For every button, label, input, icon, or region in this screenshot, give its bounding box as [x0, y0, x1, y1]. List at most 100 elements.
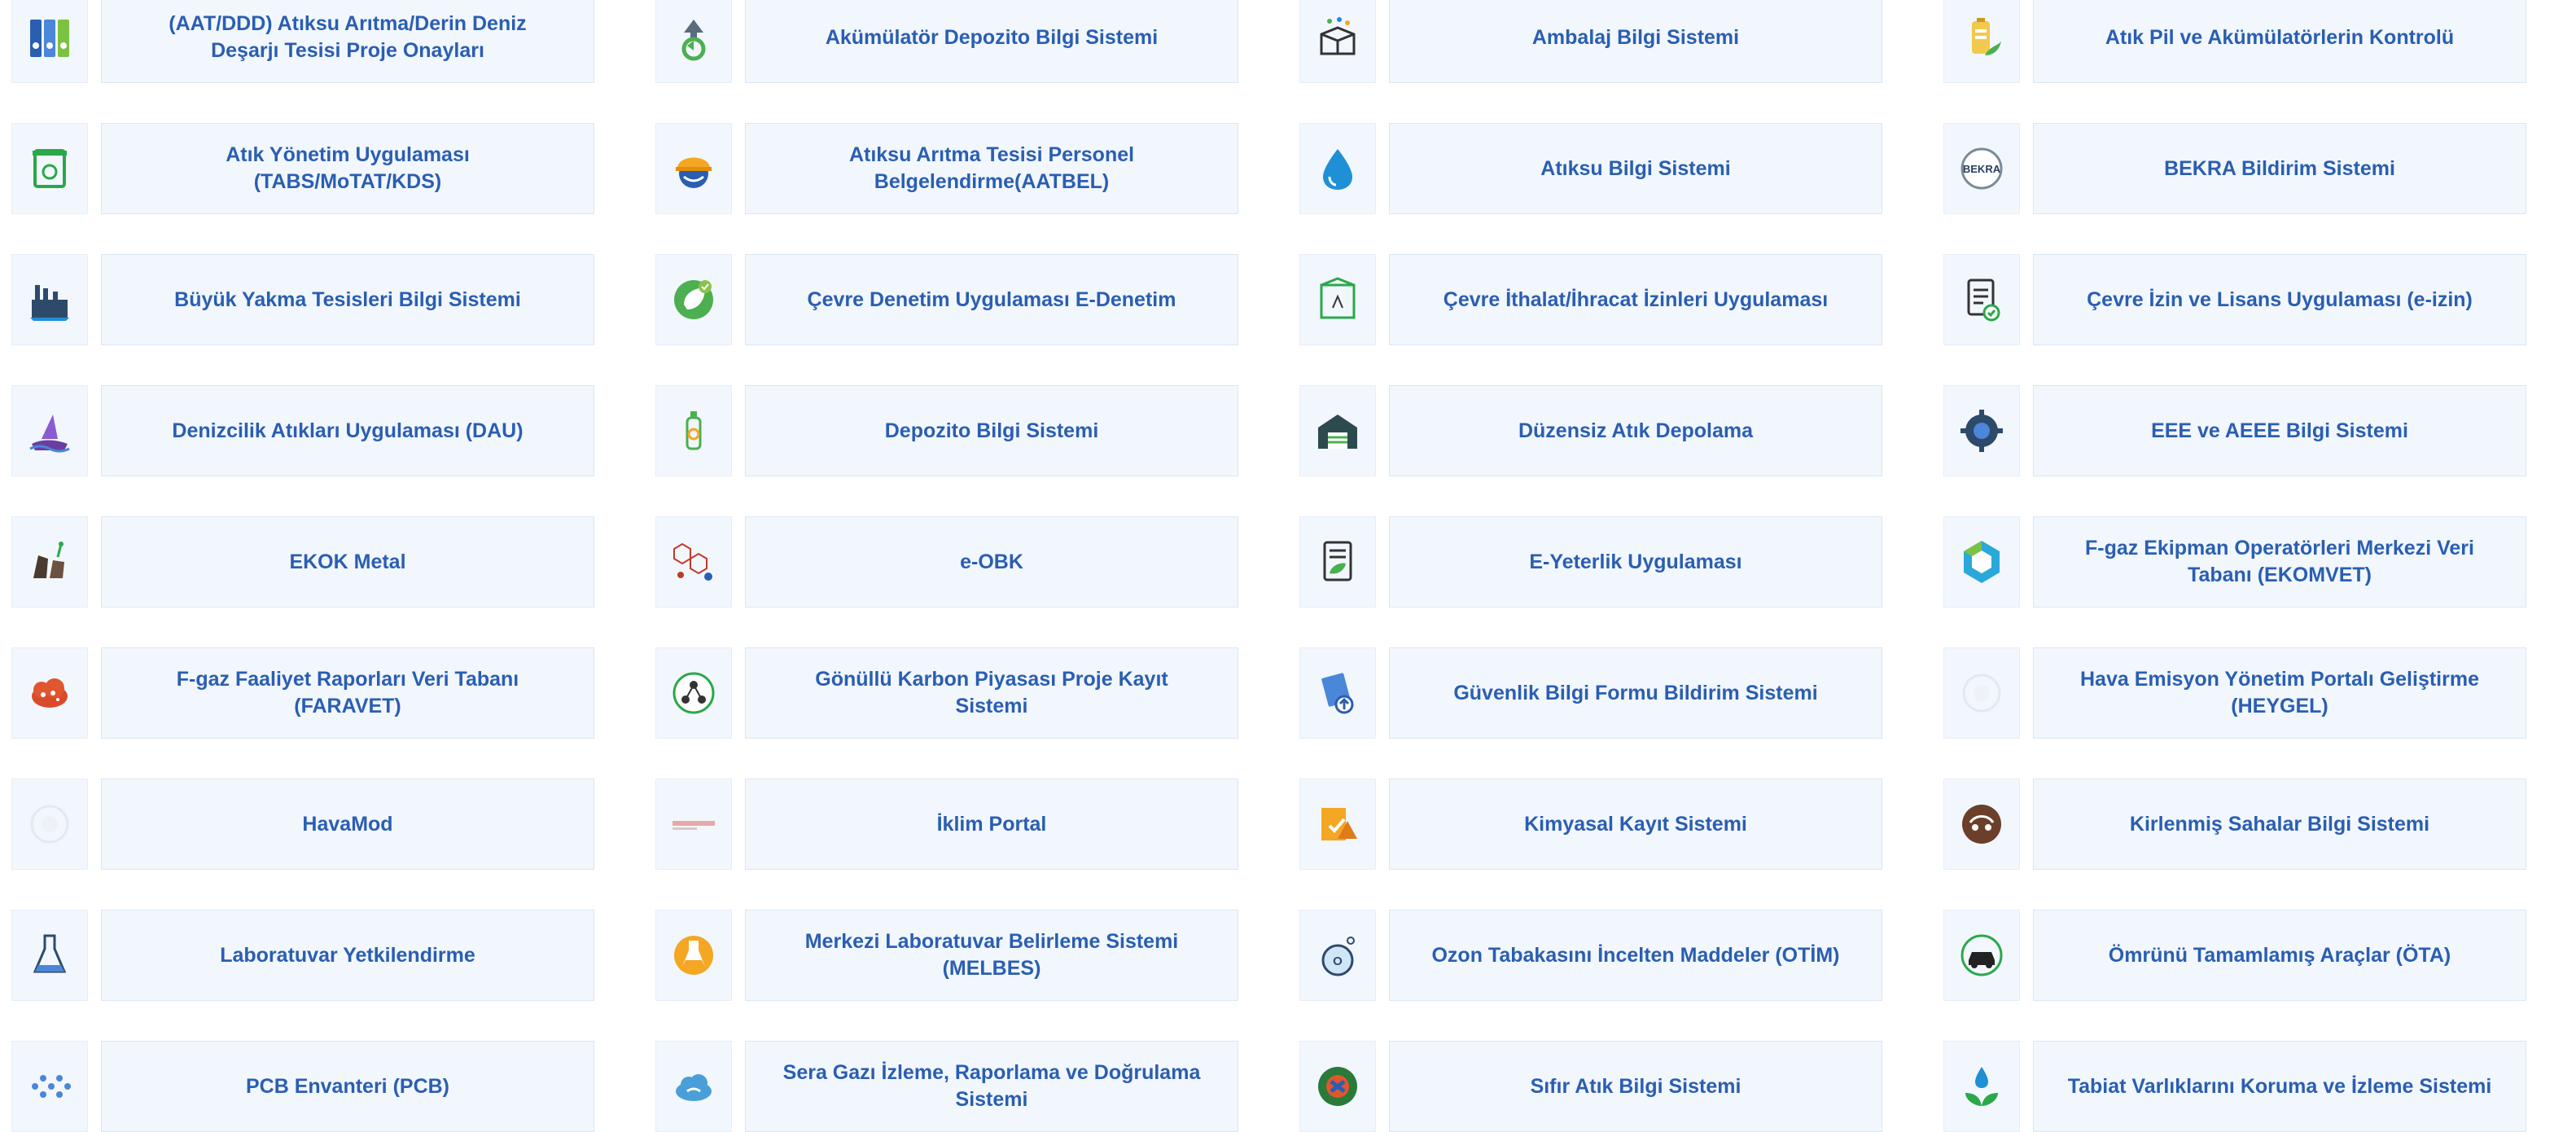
polluted-earth-icon[interactable]	[1943, 779, 2020, 870]
faded-logo-icon[interactable]	[11, 779, 88, 870]
app-link-label[interactable]: Güvenlik Bilgi Formu Bildirim Sistemi	[1389, 647, 1882, 739]
app-link-label[interactable]: Merkezi Laboratuvar Belirleme Sistemi (M…	[745, 910, 1238, 1001]
app-link[interactable]: Güvenlik Bilgi Formu Bildirim Sistemi	[1288, 647, 1932, 739]
app-link-label[interactable]: Sera Gazı İzleme, Raporlama ve Doğrulama…	[745, 1041, 1238, 1132]
recycle-bottle-icon[interactable]	[655, 385, 732, 476]
factory-icon[interactable]	[11, 254, 88, 345]
app-link[interactable]: EKOK Metal	[0, 516, 644, 608]
app-link[interactable]: Sera Gazı İzleme, Raporlama ve Doğrulama…	[644, 1041, 1288, 1132]
app-link-label[interactable]: Çevre İzin ve Lisans Uygulaması (e-izin)	[2033, 254, 2526, 345]
app-link-label[interactable]: Ozon Tabakasını İncelten Maddeler (OTİM)	[1389, 910, 1882, 1001]
warehouse-icon[interactable]	[1299, 385, 1376, 476]
app-link[interactable]: Depozito Bilgi Sistemi	[644, 385, 1288, 476]
app-link-label[interactable]: Atık Yönetim Uygulaması (TABS/MoTAT/KDS)	[101, 123, 594, 214]
app-link[interactable]: Ambalaj Bilgi Sistemi	[1288, 0, 1932, 83]
app-link[interactable]: Merkezi Laboratuvar Belirleme Sistemi (M…	[644, 910, 1288, 1001]
app-link[interactable]: Kirlenmiş Sahalar Bilgi Sistemi	[1932, 779, 2576, 870]
app-link[interactable]: Büyük Yakma Tesisleri Bilgi Sistemi	[0, 254, 644, 345]
app-link-label[interactable]: Büyük Yakma Tesisleri Bilgi Sistemi	[101, 254, 594, 345]
app-link-label[interactable]: HavaMod	[101, 779, 594, 870]
app-link-label[interactable]: Kimyasal Kayıt Sistemi	[1389, 779, 1882, 870]
app-link[interactable]: Ömrünü Tamamlamış Araçlar (ÖTA)	[1932, 910, 2576, 1001]
app-link-label[interactable]: EEE ve AEEE Bilgi Sistemi	[2033, 385, 2526, 476]
app-link[interactable]: Kimyasal Kayıt Sistemi	[1288, 779, 1932, 870]
hexagon-icon[interactable]	[1943, 516, 2020, 608]
app-link[interactable]: (AAT/DDD) Atıksu Arıtma/Derin Deniz Deşa…	[0, 0, 644, 83]
app-link[interactable]: Atıksu Arıtma Tesisi Personel Belgelendi…	[644, 123, 1288, 214]
app-link[interactable]: Çevre Denetim Uygulaması E-Denetim	[644, 254, 1288, 345]
water-drop-icon[interactable]	[1299, 123, 1376, 214]
app-link-label[interactable]: e-OBK	[745, 516, 1238, 608]
metal-scrap-icon[interactable]	[11, 516, 88, 608]
app-link-label[interactable]: PCB Envanteri (PCB)	[101, 1041, 594, 1132]
app-link[interactable]: İklim Portal	[644, 779, 1288, 870]
chemical-check-icon[interactable]	[1299, 779, 1376, 870]
gear-chip-icon[interactable]	[1943, 385, 2020, 476]
app-link-label[interactable]: Düzensiz Atık Depolama	[1389, 385, 1882, 476]
orange-flask-icon[interactable]	[655, 910, 732, 1001]
app-link-label[interactable]: BEKRA Bildirim Sistemi	[2033, 123, 2526, 214]
app-link[interactable]: Denizcilik Atıkları Uygulaması (DAU)	[0, 385, 644, 476]
document-upload-icon[interactable]	[1299, 647, 1376, 739]
app-link-label[interactable]: E-Yeterlik Uygulaması	[1389, 516, 1882, 608]
app-link-label[interactable]: Gönüllü Karbon Piyasası Proje Kayıt Sist…	[745, 647, 1238, 739]
app-link[interactable]: Hava Emisyon Yönetim Portalı Geliştirme …	[1932, 647, 2576, 739]
network-circle-icon[interactable]	[655, 647, 732, 739]
app-link-label[interactable]: Ömrünü Tamamlamış Araçlar (ÖTA)	[2033, 910, 2526, 1001]
app-link-label[interactable]: Atıksu Arıtma Tesisi Personel Belgelendi…	[745, 123, 1238, 214]
app-link-label[interactable]: Atık Pil ve Akümülatörlerin Kontrolü	[2033, 0, 2526, 83]
zero-waste-icon[interactable]	[1299, 1041, 1376, 1132]
recycle-bin-icon[interactable]	[11, 123, 88, 214]
app-link[interactable]: Tabiat Varlıklarını Koruma ve İzleme Sis…	[1932, 1041, 2576, 1132]
app-link-label[interactable]: Laboratuvar Yetkilendirme	[101, 910, 594, 1001]
faded-logo-icon[interactable]	[1943, 647, 2020, 739]
app-link[interactable]: PCB Envanteri (PCB)	[0, 1041, 644, 1132]
app-link-label[interactable]: (AAT/DDD) Atıksu Arıtma/Derin Deniz Deşa…	[101, 0, 594, 83]
app-link-label[interactable]: Kirlenmiş Sahalar Bilgi Sistemi	[2033, 779, 2526, 870]
app-link[interactable]: Düzensiz Atık Depolama	[1288, 385, 1932, 476]
app-link[interactable]: Atıksu Bilgi Sistemi	[1288, 123, 1932, 214]
app-link-label[interactable]: F-gaz Faaliyet Raporları Veri Tabanı (FA…	[101, 647, 594, 739]
app-link[interactable]: BEKRA BEKRA Bildirim Sistemi	[1932, 123, 2576, 214]
app-link[interactable]: HavaMod	[0, 779, 644, 870]
app-link-label[interactable]: Sıfır Atık Bilgi Sistemi	[1389, 1041, 1882, 1132]
app-link-label[interactable]: Hava Emisyon Yönetim Portalı Geliştirme …	[2033, 647, 2526, 739]
bekra-badge-icon[interactable]: BEKRA	[1943, 123, 2020, 214]
car-recycle-icon[interactable]	[1943, 910, 2020, 1001]
app-link-label[interactable]: İklim Portal	[745, 779, 1238, 870]
app-link-label[interactable]: Tabiat Varlıklarını Koruma ve İzleme Sis…	[2033, 1041, 2526, 1132]
ship-wave-icon[interactable]	[11, 385, 88, 476]
app-link[interactable]: Laboratuvar Yetkilendirme	[0, 910, 644, 1001]
leaf-check-icon[interactable]	[655, 254, 732, 345]
document-leaf-icon[interactable]	[1299, 516, 1376, 608]
app-link-label[interactable]: EKOK Metal	[101, 516, 594, 608]
drop-leaves-icon[interactable]	[1943, 1041, 2020, 1132]
package-icon[interactable]	[1299, 254, 1376, 345]
hard-hat-icon[interactable]	[655, 123, 732, 214]
app-link[interactable]: O Ozon Tabakasını İncelten Maddeler (OTİM…	[1288, 910, 1932, 1001]
app-link[interactable]: Çevre İzin ve Lisans Uygulaması (e-izin)	[1932, 254, 2576, 345]
cloud-icon[interactable]	[655, 1041, 732, 1132]
app-link[interactable]: Akümülatör Depozito Bilgi Sistemi	[644, 0, 1288, 83]
app-link[interactable]: F-gaz Faaliyet Raporları Veri Tabanı (FA…	[0, 647, 644, 739]
app-link-label[interactable]: Akümülatör Depozito Bilgi Sistemi	[745, 0, 1238, 83]
app-link-label[interactable]: Denizcilik Atıkları Uygulaması (DAU)	[101, 385, 594, 476]
flask-icon[interactable]	[11, 910, 88, 1001]
app-link-label[interactable]: F-gaz Ekipman Operatörleri Merkezi Veri …	[2033, 516, 2526, 608]
app-link[interactable]: e-OBK	[644, 516, 1288, 608]
app-link[interactable]: E-Yeterlik Uygulaması	[1288, 516, 1932, 608]
app-link[interactable]: Gönüllü Karbon Piyasası Proje Kayıt Sist…	[644, 647, 1288, 739]
recycle-battery-icon[interactable]	[655, 0, 732, 83]
ozone-flask-icon[interactable]: O	[1299, 910, 1376, 1001]
app-link-label[interactable]: Atıksu Bilgi Sistemi	[1389, 123, 1882, 214]
document-check-icon[interactable]	[1943, 254, 2020, 345]
battery-leaf-icon[interactable]	[1943, 0, 2020, 83]
app-link[interactable]: Sıfır Atık Bilgi Sistemi	[1288, 1041, 1932, 1132]
app-link-label[interactable]: Depozito Bilgi Sistemi	[745, 385, 1238, 476]
molecule-dots-icon[interactable]	[11, 1041, 88, 1132]
app-link-label[interactable]: Ambalaj Bilgi Sistemi	[1389, 0, 1882, 83]
app-link[interactable]: EEE ve AEEE Bilgi Sistemi	[1932, 385, 2576, 476]
app-link-label[interactable]: Çevre Denetim Uygulaması E-Denetim	[745, 254, 1238, 345]
app-link[interactable]: Atık Yönetim Uygulaması (TABS/MoTAT/KDS)	[0, 123, 644, 214]
app-link-label[interactable]: Çevre İthalat/İhracat İzinleri Uygulamas…	[1389, 254, 1882, 345]
